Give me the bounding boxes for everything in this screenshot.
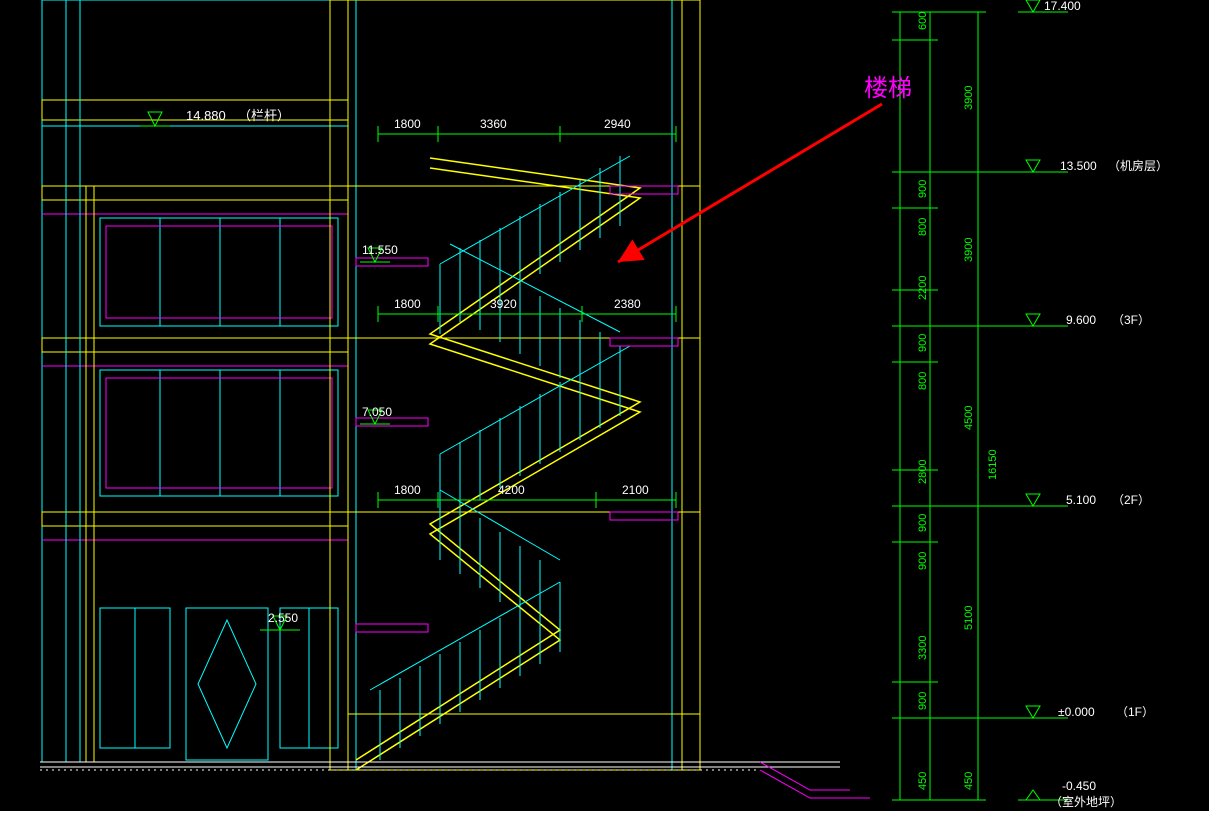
- dim-f1-top: 900: [917, 692, 929, 710]
- elev-ground: -0.450: [1062, 779, 1096, 793]
- elev-room: 13.500: [1060, 159, 1097, 173]
- stair-elev-1: 11.550: [362, 243, 398, 257]
- dim-room-bot: 800: [917, 218, 929, 236]
- annotation-callout: 楼梯: [618, 75, 912, 262]
- diagram-container: { "annotation": { "label": "楼梯" }, "left…: [0, 0, 1231, 828]
- dim-ground-h2: 450: [963, 772, 975, 790]
- dim-r1c: 2940: [604, 117, 631, 131]
- elev-f3: 9.600: [1066, 313, 1096, 327]
- elev-f2: 5.100: [1066, 493, 1096, 507]
- cad-canvas: { "annotation": { "label": "楼梯" }, "left…: [0, 0, 1209, 811]
- right-dimension-column: 600 3900 900 800 2200 3900 900 800 2800 …: [892, 0, 1168, 809]
- parapet-elev-mark: 14.880 （栏杆）: [140, 108, 290, 126]
- parapet-elev-note: （栏杆）: [238, 108, 290, 123]
- dim-room-above: 3900: [963, 86, 975, 110]
- dim-room-top: 900: [917, 180, 929, 198]
- dim-f2-gap: 2800: [917, 460, 929, 484]
- dim-f1-gap: 3300: [917, 636, 929, 660]
- stair-dim-texts: 1800 3360 2940 1800 3920 2380 1800 4200 …: [394, 117, 649, 497]
- dim-f2-bot: 900: [917, 552, 929, 570]
- stairwell-section: [330, 0, 700, 770]
- dim-f3-gap: 2200: [917, 276, 929, 300]
- dim-r3b: 4200: [498, 483, 525, 497]
- ground-line: [40, 762, 870, 798]
- stair-dims: [378, 126, 676, 508]
- dim-r2b: 3920: [490, 297, 517, 311]
- parapet-elev-value: 14.880: [186, 108, 226, 123]
- stair-elev-2: 7.050: [362, 405, 392, 419]
- label-room: （机房层）: [1108, 158, 1168, 173]
- dim-r2c: 2380: [614, 297, 641, 311]
- annotation-label: 楼梯: [864, 75, 912, 102]
- elev-f1: ±0.000: [1058, 705, 1095, 719]
- elev-top: 17.400: [1044, 0, 1081, 13]
- dim-f3-top: 900: [917, 334, 929, 352]
- dim-r2a: 1800: [394, 297, 421, 311]
- dim-f2-top: 900: [917, 514, 929, 532]
- dim-total: 16150: [987, 449, 999, 480]
- dim-r1b: 3360: [480, 117, 507, 131]
- label-ground: （室外地坪）: [1050, 794, 1122, 809]
- label-f1: （1F）: [1116, 705, 1154, 719]
- dim-r3c: 2100: [622, 483, 649, 497]
- dim-r1a: 1800: [394, 117, 421, 131]
- label-f2: （2F）: [1112, 493, 1150, 507]
- stair-elev-3: 2.550: [268, 611, 298, 625]
- drawing-svg: 14.880 （栏杆）: [0, 0, 1209, 811]
- stair-landing-elevs: 11.550 7.050 2.550: [260, 243, 398, 630]
- dim-f3-bot: 800: [917, 372, 929, 390]
- dim-f1-story: 5100: [963, 606, 975, 630]
- dim-top-h: 600: [917, 12, 929, 30]
- dim-r3a: 1800: [394, 483, 421, 497]
- dim-f2-story: 4500: [963, 406, 975, 430]
- label-f3: （3F）: [1112, 313, 1150, 327]
- dim-ground-h: 450: [917, 772, 929, 790]
- dim-f3-story: 3900: [963, 238, 975, 262]
